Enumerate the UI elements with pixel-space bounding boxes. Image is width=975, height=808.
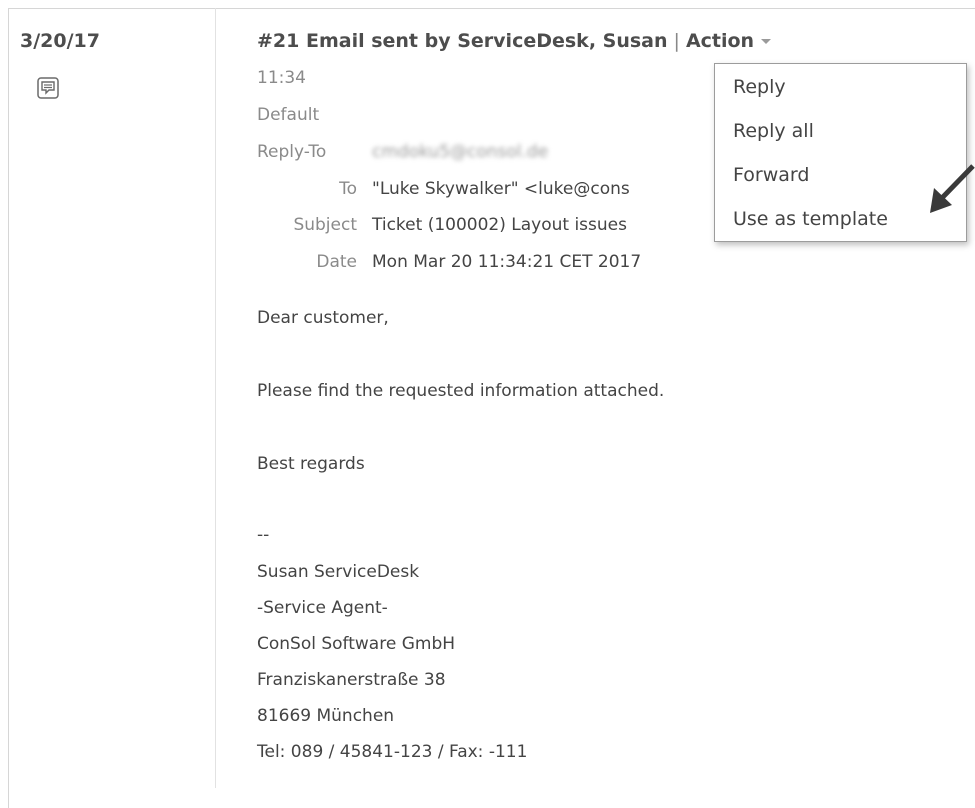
- body-closing: Best regards: [257, 454, 365, 474]
- entry-date: 3/20/17: [20, 30, 100, 52]
- to-label: To: [339, 179, 357, 199]
- email-template-name: Default: [257, 105, 320, 125]
- email-header: #21 Email sent by ServiceDesk, Susan | Act…: [257, 30, 772, 52]
- menu-item-reply-all[interactable]: Reply all: [733, 120, 814, 142]
- menu-item-use-as-template[interactable]: Use as template: [733, 208, 888, 230]
- action-label[interactable]: Action: [686, 30, 754, 52]
- to-value: "Luke Skywalker" <luke@cons: [372, 179, 630, 199]
- signature-company: ConSol Software GmbH: [257, 634, 456, 654]
- signature-name: Susan ServiceDesk: [257, 562, 420, 582]
- reply-to-value: cmdoku5@consol.de: [372, 142, 549, 162]
- email-title: #21 Email sent by ServiceDesk, Susan: [257, 30, 668, 52]
- date-label: Date: [316, 252, 357, 272]
- reply-to-label: Reply-To: [257, 142, 327, 162]
- subject-label: Subject: [293, 215, 357, 235]
- signature-street: Franziskanerstraße 38: [257, 670, 446, 690]
- signature-role: -Service Agent-: [257, 598, 388, 618]
- entry-date-column: [8, 8, 216, 788]
- pointer-arrow-icon: [930, 164, 975, 213]
- header-separator: |: [673, 30, 680, 52]
- subject-value: Ticket (100002) Layout issues: [372, 215, 627, 235]
- menu-item-forward[interactable]: Forward: [733, 164, 809, 186]
- action-dropdown[interactable]: Action: [686, 30, 772, 52]
- body-greeting: Dear customer,: [257, 308, 389, 328]
- chevron-down-icon[interactable]: [760, 38, 772, 46]
- email-time: 11:34: [257, 68, 306, 88]
- menu-item-reply[interactable]: Reply: [733, 76, 786, 98]
- body-line: Please find the requested information at…: [257, 381, 665, 401]
- comment-icon[interactable]: [36, 76, 60, 100]
- signature-separator: --: [257, 525, 270, 545]
- date-value: Mon Mar 20 11:34:21 CET 2017: [372, 252, 642, 272]
- signature-city: 81669 München: [257, 706, 395, 726]
- signature-phone: Tel: 089 / 45841-123 / Fax: -111: [257, 742, 528, 762]
